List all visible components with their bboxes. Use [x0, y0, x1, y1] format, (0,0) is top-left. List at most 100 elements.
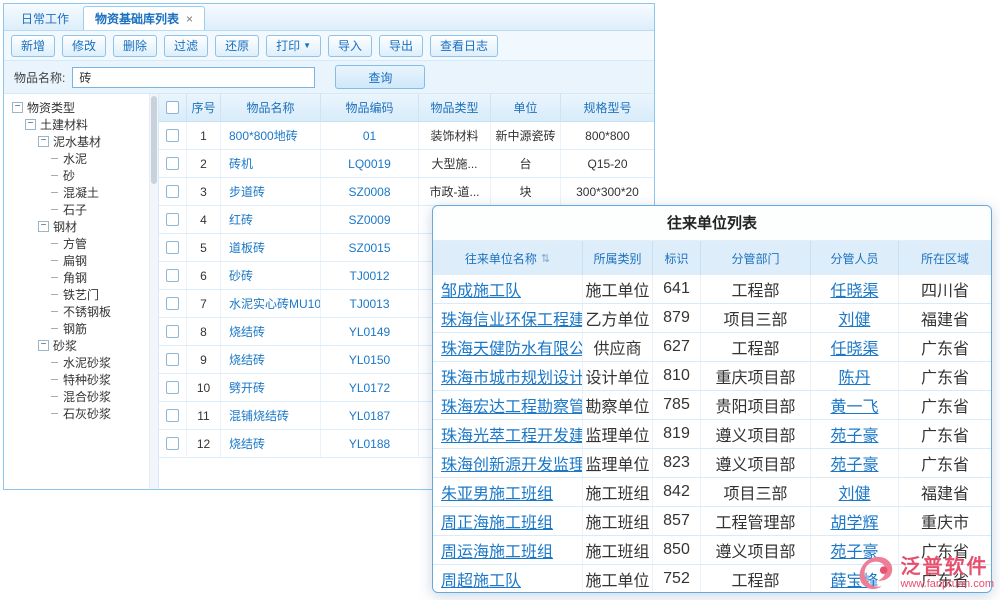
person-link[interactable]: 苑子豪	[830, 422, 878, 446]
cell-item-code[interactable]: SZ0009	[321, 206, 419, 233]
tab[interactable]: 日常工作	[9, 6, 81, 30]
select-all-checkbox[interactable]	[166, 101, 179, 114]
cell-item-code[interactable]: TJ0012	[321, 262, 419, 289]
table-row[interactable]: 1 800*800地砖 01 装饰材料 新中源瓷砖 800*800	[159, 122, 654, 150]
person-link[interactable]: 陈丹	[838, 364, 870, 388]
item-name-input[interactable]	[72, 67, 315, 88]
unit-name-link[interactable]: 珠海光萃工程开发建立有限...	[441, 422, 583, 446]
cell-item-name[interactable]: 800*800地砖	[221, 122, 321, 149]
unit-name-link[interactable]: 周超施工队	[441, 567, 521, 591]
table-row[interactable]: 珠海信业环保工程建设有限... 乙方单位 879 项目三部 刘健 福建省	[433, 304, 991, 333]
row-checkbox[interactable]	[166, 353, 179, 366]
person-link[interactable]: 胡学辉	[830, 509, 878, 533]
tree-collapse-icon[interactable]: −	[25, 119, 36, 130]
tree-item[interactable]: 角钢	[4, 269, 158, 286]
tree-item[interactable]: 方管	[4, 235, 158, 252]
tree-item[interactable]: − 钢材	[4, 218, 158, 235]
table-row[interactable]: 珠海光萃工程开发建立有限... 监理单位 819 遵义项目部 苑子豪 广东省	[433, 420, 991, 449]
cell-item-name[interactable]: 混铺烧结砖	[221, 402, 321, 429]
cell-item-name[interactable]: 劈开砖	[221, 374, 321, 401]
unit-name-link[interactable]: 朱亚男施工班组	[441, 480, 553, 504]
cell-item-code[interactable]: TJ0013	[321, 290, 419, 317]
cell-item-code[interactable]: 01	[321, 122, 419, 149]
toolbar-button[interactable]: 导入	[328, 35, 372, 57]
table-row[interactable]: 3 步道砖 SZ0008 市政-道... 块 300*300*20	[159, 178, 654, 206]
cell-item-name[interactable]: 水泥实心砖MU10	[221, 290, 321, 317]
row-checkbox[interactable]	[166, 437, 179, 450]
cell-item-name[interactable]: 烧结砖	[221, 318, 321, 345]
tree-item[interactable]: 不锈钢板	[4, 303, 158, 320]
cell-item-name[interactable]: 红砖	[221, 206, 321, 233]
table-row[interactable]: 珠海天健防水有限公司 供应商 627 工程部 任晓渠 广东省	[433, 333, 991, 362]
row-checkbox[interactable]	[166, 409, 179, 422]
toolbar-button[interactable]: 删除	[113, 35, 157, 57]
toolbar-button[interactable]: 过滤	[164, 35, 208, 57]
person-link[interactable]: 黄一飞	[830, 393, 878, 417]
cell-item-code[interactable]: YL0172	[321, 374, 419, 401]
cell-item-name[interactable]: 烧结砖	[221, 430, 321, 457]
table-row[interactable]: 珠海创新源开发监理公司 监理单位 823 遵义项目部 苑子豪 广东省	[433, 449, 991, 478]
toolbar-button[interactable]: 导出	[379, 35, 423, 57]
cell-item-code[interactable]: YL0188	[321, 430, 419, 457]
toolbar-button[interactable]: 还原	[215, 35, 259, 57]
unit-name-link[interactable]: 周运海施工班组	[441, 538, 553, 562]
sort-icon[interactable]: ⇅	[541, 252, 550, 265]
toolbar-button[interactable]: 修改	[62, 35, 106, 57]
row-checkbox[interactable]	[166, 157, 179, 170]
tree-item[interactable]: − 砂浆	[4, 337, 158, 354]
cell-item-name[interactable]: 步道砖	[221, 178, 321, 205]
tree-collapse-icon[interactable]: −	[38, 136, 49, 147]
table-row[interactable]: 周正海施工班组 施工班组 857 工程管理部 胡学辉 重庆市	[433, 507, 991, 536]
cell-item-name[interactable]: 砖机	[221, 150, 321, 177]
tree-item[interactable]: 钢筋	[4, 320, 158, 337]
toolbar-button[interactable]: 新增	[11, 35, 55, 57]
person-link[interactable]: 任晓渠	[830, 335, 878, 359]
query-button[interactable]: 查询	[335, 65, 425, 89]
cell-item-name[interactable]: 砂砖	[221, 262, 321, 289]
cell-item-code[interactable]: YL0149	[321, 318, 419, 345]
tree-item[interactable]: 铁艺门	[4, 286, 158, 303]
tree-item[interactable]: 石子	[4, 201, 158, 218]
table-row[interactable]: 2 砖机 LQ0019 大型施... 台 Q15-20	[159, 150, 654, 178]
tree-item[interactable]: 水泥	[4, 150, 158, 167]
tree-collapse-icon[interactable]: −	[12, 102, 23, 113]
unit-name-link[interactable]: 珠海市城市规划设计院	[441, 364, 583, 388]
row-checkbox[interactable]	[166, 325, 179, 338]
tree-item[interactable]: 特种砂浆	[4, 371, 158, 388]
tree-collapse-icon[interactable]: −	[38, 340, 49, 351]
unit-name-link[interactable]: 周正海施工班组	[441, 509, 553, 533]
row-checkbox[interactable]	[166, 381, 179, 394]
table-row[interactable]: 珠海宏达工程勘察管理公司 勘察单位 785 贵阳项目部 黄一飞 广东省	[433, 391, 991, 420]
tree-item[interactable]: 石灰砂浆	[4, 405, 158, 422]
table-row[interactable]: 朱亚男施工班组 施工班组 842 项目三部 刘健 福建省	[433, 478, 991, 507]
tree-item[interactable]: 水泥砂浆	[4, 354, 158, 371]
tree-item[interactable]: 砂	[4, 167, 158, 184]
toolbar-button[interactable]: 查看日志	[430, 35, 498, 57]
unit-name-link[interactable]: 邹成施工队	[441, 277, 521, 301]
tree-item[interactable]: − 物资类型	[4, 99, 158, 116]
tree-collapse-icon[interactable]: −	[38, 221, 49, 232]
close-icon[interactable]: ×	[186, 13, 193, 25]
cell-item-code[interactable]: LQ0019	[321, 150, 419, 177]
tree-item[interactable]: 混合砂浆	[4, 388, 158, 405]
row-checkbox[interactable]	[166, 185, 179, 198]
table-row[interactable]: 珠海市城市规划设计院 设计单位 810 重庆项目部 陈丹 广东省	[433, 362, 991, 391]
tree-item[interactable]: − 土建材料	[4, 116, 158, 133]
tree-item[interactable]: 混凝土	[4, 184, 158, 201]
person-link[interactable]: 刘健	[838, 480, 870, 504]
tree-scrollbar[interactable]	[149, 94, 158, 489]
row-checkbox[interactable]	[166, 241, 179, 254]
unit-name-link[interactable]: 珠海创新源开发监理公司	[441, 451, 583, 475]
tree-scrollbar-thumb[interactable]	[151, 96, 157, 184]
cell-item-code[interactable]: SZ0008	[321, 178, 419, 205]
table-row[interactable]: 邹成施工队 施工单位 641 工程部 任晓渠 四川省	[433, 275, 991, 304]
person-link[interactable]: 刘健	[838, 306, 870, 330]
cell-item-name[interactable]: 烧结砖	[221, 346, 321, 373]
toolbar-button[interactable]: 打印 ▼	[266, 35, 321, 57]
row-checkbox[interactable]	[166, 213, 179, 226]
row-checkbox[interactable]	[166, 129, 179, 142]
tree-item[interactable]: − 泥水基材	[4, 133, 158, 150]
tree-item[interactable]: 扁钢	[4, 252, 158, 269]
person-link[interactable]: 苑子豪	[830, 451, 878, 475]
cell-item-name[interactable]: 道板砖	[221, 234, 321, 261]
